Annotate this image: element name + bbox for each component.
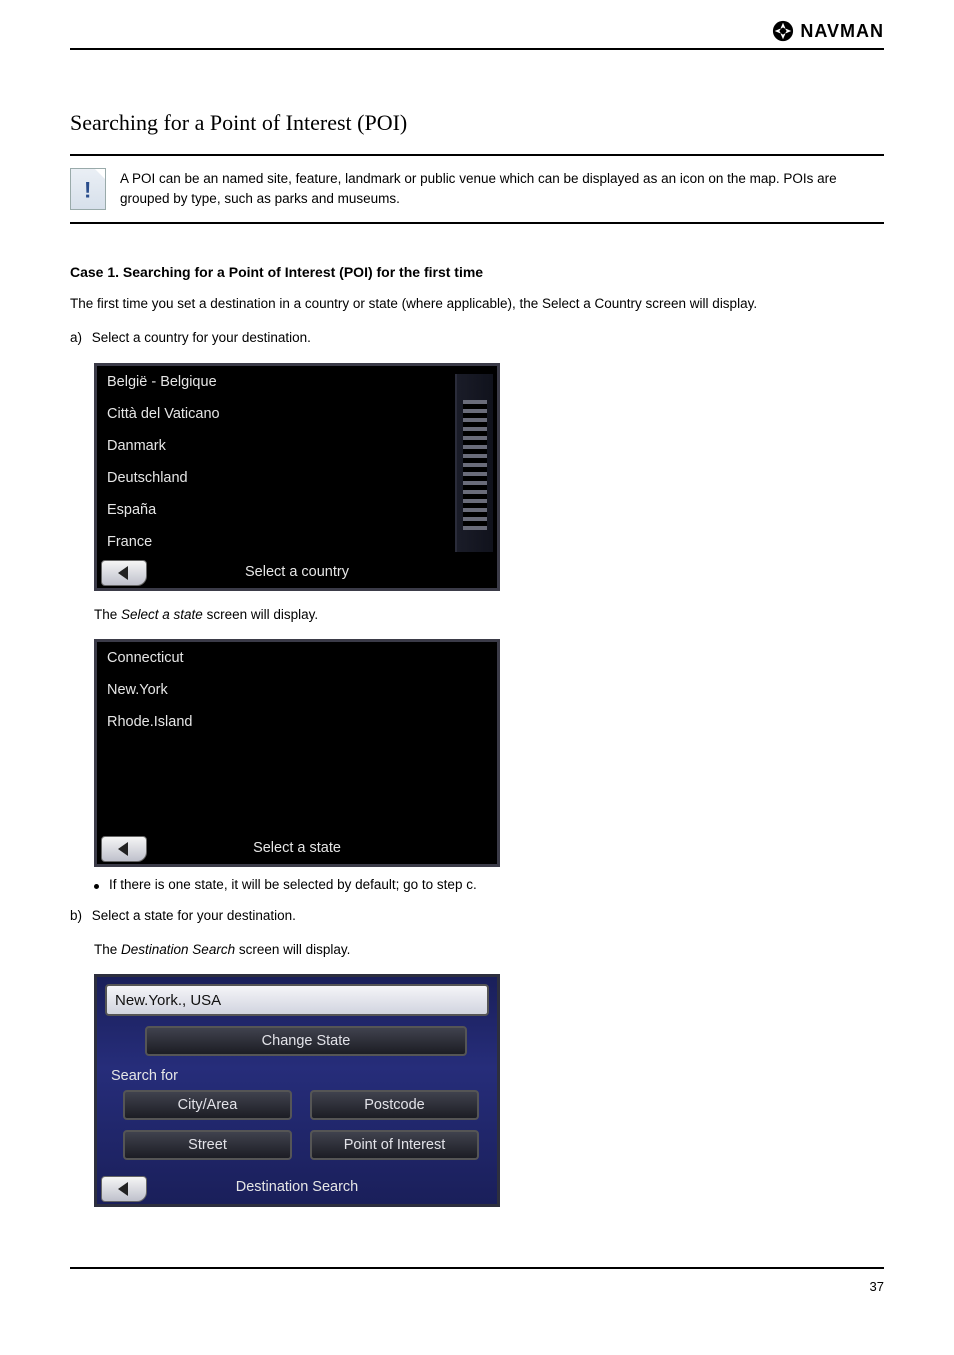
change-state-button[interactable]: Change State [145,1026,467,1056]
step-b-text: Select a state for your destination. [92,908,296,923]
step-a-letter: a) [70,328,88,348]
followup-b-italic: Destination Search [121,942,235,957]
intro-text: The first time you set a destination in … [70,294,884,314]
step-b-followup: The Destination Search screen will displ… [94,940,884,960]
search-for-label: Search for [111,1068,497,1084]
state-footer: Select a state [97,834,497,864]
street-button[interactable]: Street [123,1130,292,1160]
scroll-thumb[interactable] [463,400,487,530]
followup-b-prefix: The [94,942,121,957]
list-item[interactable]: New.York [97,674,497,706]
followup-italic: Select a state [121,607,203,622]
followup-b-suffix: screen will display. [235,942,350,957]
page-number: 37 [70,1267,884,1294]
destination-footer-caption: Destination Search [97,1179,497,1195]
note-text: A POI can be an named site, feature, lan… [120,169,884,210]
list-item[interactable]: Danmark [97,430,497,462]
note-icon [70,168,106,210]
destination-panel: New.York., USA Change State Search for C… [94,974,500,1207]
state-footer-caption: Select a state [97,840,497,856]
postcode-button[interactable]: Postcode [310,1090,479,1120]
bullet-text: If there is one state, it will be select… [109,877,477,892]
poi-button[interactable]: Point of Interest [310,1130,479,1160]
country-list[interactable]: België - Belgique Città del Vaticano Dan… [97,366,497,558]
step-b: b) Select a state for your destination. [70,906,884,926]
followup-suffix: screen will display. [203,607,318,622]
list-item[interactable]: España [97,494,497,526]
step-a-followup: The Select a state screen will display. [94,605,884,625]
navman-icon [772,20,794,42]
destination-footer: Destination Search [97,1174,497,1204]
list-item[interactable]: France [97,526,497,558]
step-b-letter: b) [70,906,88,926]
list-item[interactable]: Rhode.Island [97,706,497,738]
country-screen: België - Belgique Città del Vaticano Dan… [94,363,500,591]
scrollbar[interactable] [455,374,493,552]
followup-prefix: The [94,607,121,622]
brand-text: NAVMAN [800,21,884,42]
list-item[interactable]: België - Belgique [97,366,497,398]
case-title: Case 1. Searching for a Point of Interes… [70,264,884,280]
step-a: a) Select a country for your destination… [70,328,884,348]
section-title: Searching for a Point of Interest (POI) [70,110,884,136]
state-list[interactable]: Connecticut New.York Rhode.Island [97,642,497,834]
note-box: A POI can be an named site, feature, lan… [70,154,884,224]
brand-logo: NAVMAN [772,20,884,42]
city-area-button[interactable]: City/Area [123,1090,292,1120]
country-footer: Select a country [97,558,497,588]
state-screen: Connecticut New.York Rhode.Island Select… [94,639,500,867]
list-item[interactable]: Città del Vaticano [97,398,497,430]
bullet-icon [94,884,99,889]
list-item[interactable]: Deutschland [97,462,497,494]
step-a-text: Select a country for your destination. [92,330,311,345]
location-field[interactable]: New.York., USA [105,984,489,1016]
list-item[interactable]: Connecticut [97,642,497,674]
page-header: NAVMAN [70,20,884,50]
bullet-note: If there is one state, it will be select… [94,877,884,892]
country-footer-caption: Select a country [97,564,497,580]
